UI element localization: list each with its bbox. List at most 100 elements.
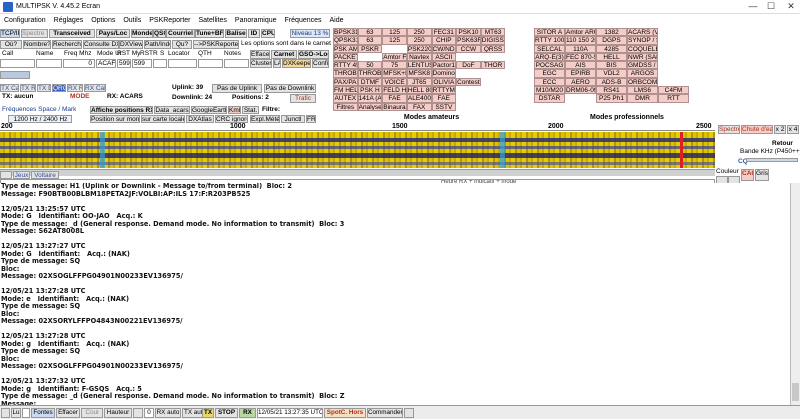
la-button[interactable]: LA	[273, 59, 281, 68]
amateur-mode-9[interactable]: 63	[357, 36, 383, 45]
amateur-mode-37[interactable]: DoF	[456, 61, 481, 70]
voltaire-button[interactable]: Voltaire	[31, 171, 59, 179]
spectre-button[interactable]: Spectre 3dB	[21, 29, 48, 38]
decoded-messages-area[interactable]: Type de message: H1 (Uplink or Downlink …	[0, 183, 790, 405]
pro-mode-20[interactable]: HELL	[596, 52, 627, 62]
rx-auto-button[interactable]: RX auto	[155, 408, 181, 418]
waterfall-display[interactable]	[0, 132, 715, 168]
gso-log-button[interactable]: GSO->Log	[298, 50, 329, 59]
amateur-mode-53[interactable]: Contestia	[456, 77, 481, 87]
lu-button[interactable]: Lu	[11, 408, 21, 418]
menu-frequences[interactable]: Fréquences	[281, 15, 326, 27]
expl-meteo-button[interactable]: Expl.Météo	[250, 115, 280, 123]
balise-button[interactable]: Balise	[225, 29, 247, 38]
amateur-mode-14[interactable]: DIGISSTV	[480, 36, 506, 45]
locator-input[interactable]	[168, 59, 197, 68]
amateur-mode-28[interactable]: ASCII	[431, 52, 457, 62]
amateur-mode-36[interactable]: Pactor1	[431, 61, 457, 70]
menu-pskreporter[interactable]: PSKReporter	[145, 15, 194, 27]
zoom-x2-button[interactable]: x 2	[774, 125, 786, 134]
minimize-button[interactable]: —	[744, 0, 762, 13]
pro-mode-26[interactable]: BIS	[596, 61, 627, 70]
stop-button[interactable]: STOP	[215, 408, 238, 418]
bande-slider[interactable]	[746, 158, 798, 162]
path-index-button[interactable]: Path/Index	[144, 40, 171, 49]
freq-input[interactable]: 0	[63, 59, 95, 68]
pro-mode-15[interactable]: COQUELET	[627, 44, 658, 53]
rst-input[interactable]: 599	[132, 59, 152, 68]
close-button[interactable]: ✕	[782, 0, 800, 13]
pro-mode-14[interactable]: 4285	[596, 44, 627, 53]
menu-options[interactable]: Options	[87, 15, 119, 27]
monde-button[interactable]: Monde	[131, 29, 153, 38]
menu-satellites[interactable]: Satellites	[195, 15, 231, 27]
nombre-button[interactable]: Nombre?	[23, 40, 51, 49]
amateur-mode-49[interactable]: DTMF	[357, 77, 383, 87]
position-monde-button[interactable]: Position sur monde	[90, 115, 140, 123]
amateur-mode-21[interactable]: CCW	[456, 44, 481, 53]
chute-eau-tab[interactable]: Chute d'eau	[741, 125, 773, 134]
amateur-mode-13[interactable]: PSK63F	[456, 36, 481, 45]
amateur-mode-38[interactable]: THOR	[480, 61, 506, 70]
amateur-mode-1[interactable]: 63	[357, 28, 383, 37]
qsc-button[interactable]: QSC	[153, 29, 166, 38]
pro-mode-51[interactable]: DMR	[627, 94, 658, 103]
amateur-mode-3[interactable]: 250	[406, 28, 432, 37]
courriel-button[interactable]: Courriel	[166, 29, 195, 38]
amateur-mode-12[interactable]: CHIP	[431, 36, 457, 45]
qrg-button[interactable]: QRG	[52, 84, 66, 92]
pro-mode-45[interactable]: LMS6	[627, 86, 658, 95]
rx-call-button[interactable]: RX Call	[84, 84, 106, 92]
pro-mode-38[interactable]: ADS-B	[596, 77, 627, 87]
waterfall-scrollbar[interactable]	[0, 169, 715, 176]
pro-mode-9[interactable]: SYNOP / SHIP	[627, 36, 658, 45]
pro-mode-50[interactable]: P25 Ph1	[596, 94, 627, 103]
pro-mode-44[interactable]: RS41	[596, 86, 627, 95]
amateur-mode-68[interactable]: FAE	[431, 94, 457, 103]
amateur-mode-65[interactable]: 141A (ALE)	[357, 94, 383, 103]
amateur-mode-33[interactable]: 50	[357, 61, 383, 70]
pro-mode-33[interactable]: ARGOS	[627, 69, 658, 78]
amateur-mode-48[interactable]: PAX/PAX2	[333, 77, 358, 87]
menu-outils[interactable]: Outils	[119, 15, 145, 27]
jeux-button[interactable]: Jeux	[13, 171, 30, 179]
amateur-mode-32[interactable]: RTTY 45	[333, 61, 358, 70]
tune-bf-button[interactable]: Tune+BF	[195, 29, 224, 38]
amateur-mode-67[interactable]: ALE400	[406, 94, 432, 103]
notes-input[interactable]	[224, 59, 249, 68]
amateur-mode-76[interactable]: SSTV	[431, 102, 457, 111]
amateur-mode-41[interactable]: THROB	[357, 69, 383, 78]
trafic-button[interactable]: Trafic	[290, 94, 316, 103]
amateur-mode-2[interactable]: 125	[382, 28, 407, 37]
amateur-mode-50[interactable]: VOICE	[382, 77, 407, 87]
menu-reglages[interactable]: Réglages	[50, 15, 88, 27]
amateur-mode-51[interactable]: JT65	[406, 77, 432, 87]
amateur-mode-43[interactable]: MFSK8	[406, 69, 432, 78]
tx-rs-button[interactable]: TX RS	[20, 84, 36, 92]
commander-dropdown[interactable]	[404, 408, 414, 418]
amateur-mode-11[interactable]: 250	[406, 36, 432, 45]
pro-mode-7[interactable]: 110 150 200	[565, 36, 596, 45]
maximize-button[interactable]: ☐	[762, 0, 780, 13]
gris-button[interactable]: Gris	[755, 169, 769, 181]
rx-button[interactable]: RX	[239, 408, 256, 418]
pro-mode-19[interactable]: FEC 870-5	[565, 52, 596, 62]
amateur-mode-19[interactable]: PSK220F	[406, 44, 432, 53]
effacer-log-button[interactable]: Effacer	[250, 50, 270, 59]
amateur-mode-74[interactable]: Binaural	[382, 102, 407, 111]
coul-button[interactable]: Coul	[81, 408, 103, 418]
fontes-button[interactable]: Fontes	[31, 408, 55, 418]
pro-mode-42[interactable]: M10/M20	[534, 86, 565, 95]
lu-checkbox[interactable]	[1, 408, 10, 418]
amateur-mode-6[interactable]: MT63	[480, 28, 506, 37]
stat-button[interactable]: Stat.	[242, 106, 259, 114]
pro-mode-1[interactable]: Amtor ARQ	[565, 28, 596, 37]
amateur-mode-56[interactable]: FM HELL	[333, 86, 358, 95]
commander-button[interactable]: Commander	[367, 408, 403, 418]
menu-panoramique[interactable]: Panoramique	[231, 15, 281, 27]
amateur-mode-58[interactable]: FELD HELL	[382, 86, 407, 95]
cluster-button[interactable]: Cluster	[250, 59, 272, 68]
effacer-button[interactable]: Effacer	[56, 408, 80, 418]
pro-mode-46[interactable]: C4FM	[658, 86, 689, 95]
amateur-mode-4[interactable]: FEC31	[431, 28, 457, 37]
